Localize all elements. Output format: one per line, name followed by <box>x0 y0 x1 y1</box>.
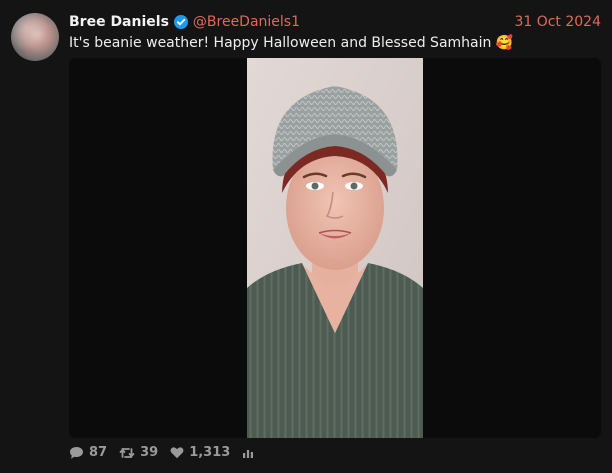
avatar-highlight <box>11 13 59 61</box>
author-name[interactable]: Bree Daniels <box>69 14 169 30</box>
bar-chart-icon <box>243 449 254 458</box>
reply-button[interactable]: 87 <box>69 445 107 460</box>
retweet-button[interactable]: 39 <box>119 445 158 460</box>
tweet-card[interactable]: Bree Daniels @BreeDaniels1 31 Oct 2024 I… <box>0 0 612 473</box>
comment-icon <box>70 446 83 459</box>
tweet-photo[interactable] <box>247 58 423 438</box>
photo-illustration <box>247 58 423 438</box>
action-bar: 87 39 1,313 <box>69 445 271 460</box>
retweet-count: 39 <box>140 445 159 460</box>
like-count: 1,313 <box>189 445 231 460</box>
views-button[interactable] <box>242 447 259 459</box>
heart-icon <box>170 447 184 459</box>
reply-count: 87 <box>89 445 108 460</box>
media-container[interactable] <box>69 58 601 438</box>
retweet-icon <box>119 447 135 458</box>
verified-badge-icon <box>173 15 188 29</box>
like-button[interactable]: 1,313 <box>170 445 230 460</box>
tweet-date[interactable]: 31 Oct 2024 <box>514 14 601 30</box>
avatar[interactable] <box>11 13 59 61</box>
tweet-text: It's beanie weather! Happy Halloween and… <box>69 35 514 51</box>
author-handle[interactable]: @BreeDaniels1 <box>193 14 300 30</box>
tweet-header: Bree Daniels @BreeDaniels1 31 Oct 2024 <box>69 12 601 32</box>
